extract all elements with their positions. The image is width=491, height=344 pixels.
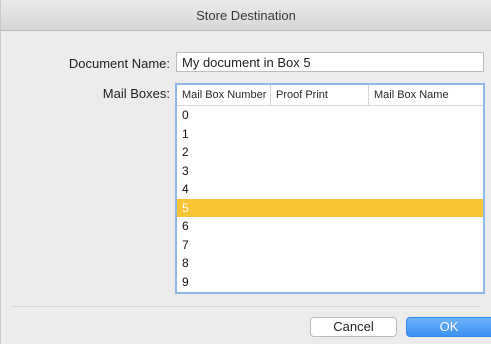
- footer-divider: [11, 306, 481, 307]
- table-row[interactable]: 1: [177, 125, 483, 144]
- table-row[interactable]: 2: [177, 143, 483, 162]
- ok-button[interactable]: OK: [406, 317, 491, 337]
- table-row[interactable]: 4: [177, 180, 483, 199]
- table-row[interactable]: 8: [177, 254, 483, 273]
- table-row-selected[interactable]: 5: [177, 198, 483, 217]
- mail-boxes-label: Mail Boxes:: [102, 86, 170, 101]
- store-destination-dialog: Store Destination Document Name: Mail Bo…: [0, 0, 491, 344]
- cancel-button[interactable]: Cancel: [310, 317, 397, 337]
- column-header-mail-box-name[interactable]: Mail Box Name: [369, 85, 483, 105]
- table-row[interactable]: 3: [177, 162, 483, 181]
- table-row[interactable]: 6: [177, 217, 483, 236]
- window-title: Store Destination: [1, 0, 491, 31]
- document-name-label: Document Name:: [68, 56, 170, 71]
- table-row[interactable]: 9: [177, 273, 483, 292]
- column-header-proof-print[interactable]: Proof Print: [271, 85, 369, 105]
- table-row[interactable]: 0: [177, 106, 483, 125]
- table-row[interactable]: 7: [177, 236, 483, 255]
- column-header-mail-box-number[interactable]: Mail Box Number: [177, 85, 271, 105]
- mail-box-table[interactable]: Mail Box Number Proof Print Mail Box Nam…: [175, 83, 485, 294]
- table-header: Mail Box Number Proof Print Mail Box Nam…: [177, 85, 483, 106]
- document-name-input[interactable]: [176, 52, 484, 72]
